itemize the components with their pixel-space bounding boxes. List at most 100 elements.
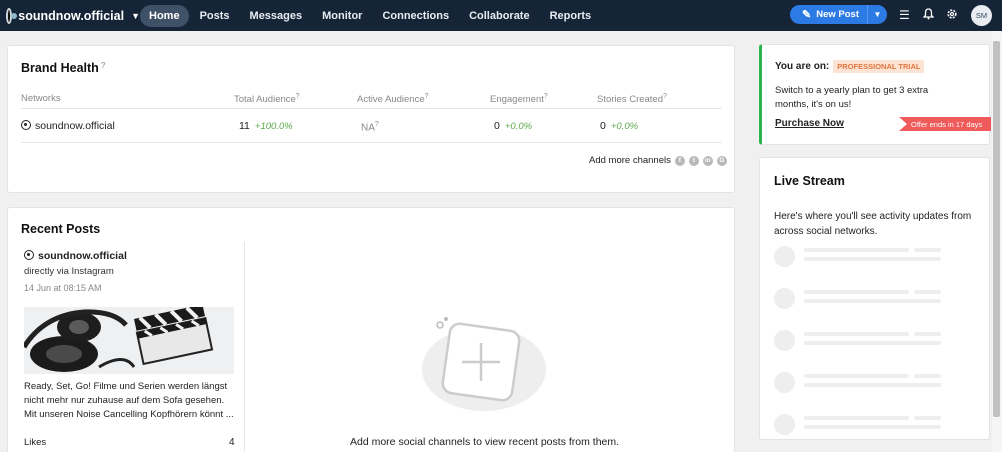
skeleton-line (804, 248, 909, 252)
skeleton-line (914, 290, 941, 294)
skeleton-row (774, 372, 974, 394)
nav-home[interactable]: Home (140, 4, 189, 27)
active-audience-cell: NA? (361, 121, 379, 134)
add-more-channels-label: Add more channels (589, 155, 671, 166)
brand-health-card: Brand Health? Networks Total Audience? A… (7, 45, 735, 193)
purchase-now-link[interactable]: Purchase Now (775, 118, 844, 129)
skeleton-line (914, 374, 941, 378)
plan-status-label: You are on: (775, 61, 830, 72)
divider (21, 142, 722, 143)
top-navigation-bar: soundnow.official ▼ Home Posts Messages … (0, 0, 1002, 31)
plan-card: You are on: PROFESSIONAL TRIAL Switch to … (759, 44, 991, 145)
post-card[interactable]: soundnow.official directly via Instagram… (8, 242, 245, 452)
skeleton-avatar (774, 414, 795, 435)
col-engagement: Engagement? (490, 93, 548, 105)
stories-created-cell: 0 +0.0% (600, 120, 638, 132)
facebook-icon[interactable]: f (674, 155, 685, 166)
skeleton-line (804, 416, 909, 420)
col-stories-created: Stories Created? (597, 93, 667, 105)
google-icon[interactable]: G (716, 155, 727, 166)
stories-created-change: +0.0% (610, 121, 639, 132)
twitter-icon[interactable]: t (688, 155, 699, 166)
skeleton-line (914, 416, 941, 420)
new-post-dropdown-toggle[interactable]: ▼ (867, 5, 887, 24)
help-icon[interactable]: ? (663, 93, 667, 100)
page-scrollbar[interactable] (992, 31, 1002, 452)
plan-upsell-text: Switch to a yearly plan to get 3 extra m… (775, 85, 929, 110)
col-active-audience-label: Active Audience (357, 94, 425, 106)
help-icon[interactable]: ? (375, 121, 379, 128)
stories-created-value: 0 (600, 120, 606, 132)
pencil-icon: ✎ (802, 9, 812, 21)
live-stream-title: Live Stream (774, 174, 845, 188)
recent-posts-title: Recent Posts (21, 222, 101, 236)
col-engagement-label: Engagement (490, 94, 544, 106)
post-image[interactable] (24, 307, 234, 374)
post-account-name: soundnow.official (38, 250, 127, 262)
menu-icon[interactable]: ☰ (899, 8, 910, 22)
add-channel-illustration-icon[interactable] (416, 313, 546, 411)
plan-status: You are on: PROFESSIONAL TRIAL (775, 60, 925, 73)
skeleton-row (774, 414, 974, 436)
engagement-change: +0.0% (504, 121, 533, 132)
skeleton-avatar (774, 330, 795, 351)
total-audience-cell: 11 +100.0% (239, 120, 293, 132)
skeleton-line (804, 341, 941, 345)
brand-health-title-text: Brand Health (21, 61, 99, 75)
skeleton-avatar (774, 288, 795, 309)
empty-state-message: Add more social channels to view recent … (350, 436, 620, 448)
skeleton-line (804, 257, 941, 261)
nav-reports[interactable]: Reports (541, 5, 601, 27)
total-audience-change: +100.0% (254, 121, 293, 132)
instagram-icon (21, 120, 31, 130)
nav-collaborate[interactable]: Collaborate (460, 5, 539, 27)
live-stream-text: Here's where you'll see activity updates… (774, 211, 972, 237)
skeleton-line (804, 290, 909, 294)
help-icon[interactable]: ? (544, 93, 548, 100)
skeleton-line (914, 332, 941, 336)
post-likes-count: 4 (229, 437, 235, 448)
col-active-audience: Active Audience? (357, 93, 429, 105)
live-stream-card: Live Stream Here's where you'll see acti… (759, 157, 990, 440)
brand-health-title: Brand Health? (21, 61, 106, 75)
help-icon[interactable]: ? (425, 93, 429, 100)
account-switcher[interactable]: soundnow.official ▼ (6, 7, 140, 24)
network-name: soundnow.official (35, 120, 115, 132)
main-nav: Home Posts Messages Monitor Connections … (140, 4, 602, 27)
skeleton-line (804, 383, 941, 387)
nav-messages[interactable]: Messages (241, 5, 312, 27)
skeleton-row (774, 288, 974, 310)
post-text: Ready, Set, Go! Filme und Serien werden … (24, 381, 234, 420)
post-source: directly via Instagram (24, 266, 114, 277)
col-networks: Networks (21, 93, 61, 104)
linkedin-icon[interactable]: in (702, 155, 713, 166)
skeleton-line (804, 332, 909, 336)
active-audience-value: NA (361, 122, 375, 134)
help-icon[interactable]: ? (296, 93, 300, 100)
add-more-channels[interactable]: Add more channels f t in G (589, 155, 727, 166)
nav-connections[interactable]: Connections (373, 5, 458, 27)
offer-ribbon: Offer ends in 17 days (899, 117, 991, 131)
bell-icon[interactable] (922, 8, 935, 23)
new-post-button[interactable]: ✎ New Post ▼ (790, 5, 887, 24)
scrollbar-thumb[interactable] (993, 41, 1000, 417)
avatar[interactable]: SM (971, 5, 992, 26)
col-total-audience-label: Total Audience (234, 94, 296, 106)
account-logo-icon (6, 7, 18, 24)
skeleton-row (774, 330, 974, 352)
new-post-label: New Post (816, 9, 859, 20)
divider (21, 108, 722, 109)
recent-posts-card: Recent Posts soundnow.official directly … (7, 207, 735, 452)
nav-monitor[interactable]: Monitor (313, 5, 371, 27)
help-icon[interactable]: ? (101, 61, 106, 70)
skeleton-row (774, 246, 974, 268)
nav-posts[interactable]: Posts (191, 5, 239, 27)
gear-icon[interactable] (946, 8, 958, 23)
chevron-down-icon: ▼ (131, 10, 140, 21)
post-likes-label: Likes (24, 437, 47, 448)
skeleton-avatar (774, 372, 795, 393)
total-audience-value: 11 (239, 120, 250, 132)
skeleton-line (914, 248, 941, 252)
skeleton-line (804, 425, 941, 429)
engagement-cell: 0 +0.0% (494, 120, 532, 132)
